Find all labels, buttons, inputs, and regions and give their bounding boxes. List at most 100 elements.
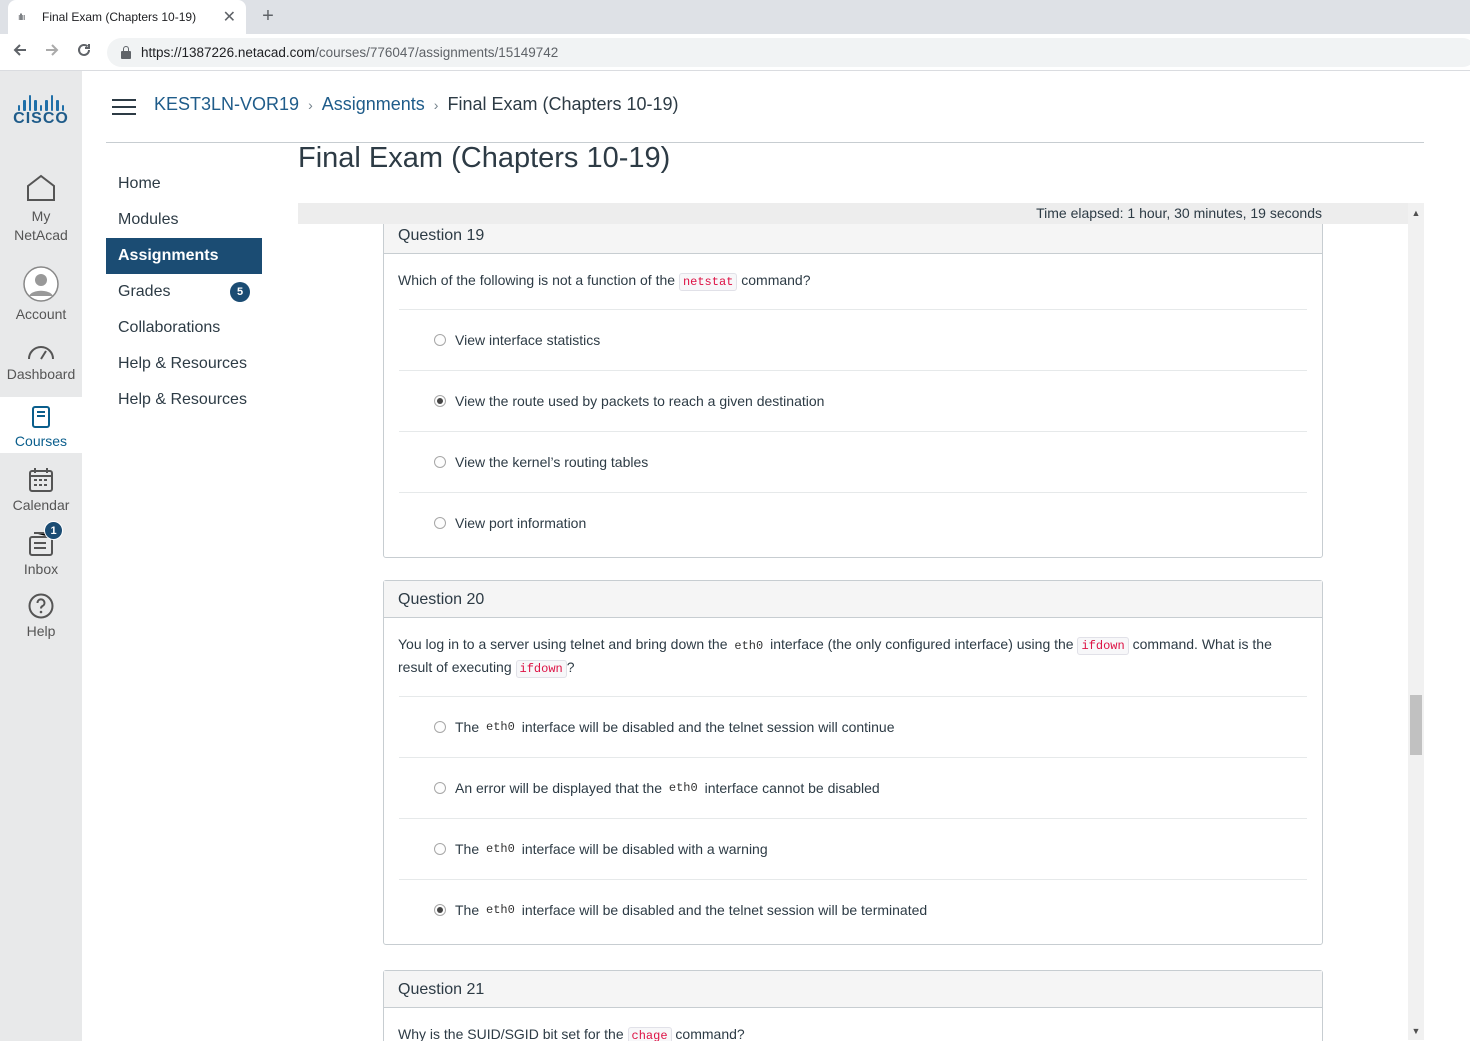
scroll-down-arrow-icon[interactable]: ▼ xyxy=(1408,1023,1424,1039)
course-nav-collaborations[interactable]: Collaborations xyxy=(106,310,262,346)
answer-label: The xyxy=(455,902,484,918)
new-tab-button[interactable]: + xyxy=(257,5,279,27)
question-text-part: Why is the SUID/SGID bit set for the xyxy=(398,1026,628,1041)
question-text-part: command? xyxy=(671,1026,745,1041)
global-nav-label: Account xyxy=(15,306,67,322)
answer-list: The eth0 interface will be disabled and … xyxy=(399,696,1307,940)
radio-button[interactable] xyxy=(434,843,446,855)
scrollbar-thumb[interactable] xyxy=(1410,695,1422,755)
question-text-part: Which of the following is not a function… xyxy=(398,272,679,288)
radio-button[interactable] xyxy=(434,721,446,733)
course-nav-grades-label: Grades xyxy=(118,283,171,300)
answer-option[interactable]: An error will be displayed that the eth0… xyxy=(399,757,1307,818)
radio-button-selected[interactable] xyxy=(434,395,446,407)
time-elapsed: Time elapsed: 1 hour, 30 minutes, 19 sec… xyxy=(298,203,1408,224)
radio-button[interactable] xyxy=(434,334,446,346)
code-snippet: netstat xyxy=(678,273,738,291)
answer-list: View interface statistics View the route… xyxy=(399,309,1307,553)
lock-icon xyxy=(121,45,131,59)
question-19: Question 19 Which of the following is no… xyxy=(383,224,1323,558)
scroll-up-arrow-icon[interactable]: ▲ xyxy=(1408,205,1424,221)
global-nav-my-netacad[interactable]: My NetAcad xyxy=(0,173,82,245)
browser-toolbar: https://1387226.netacad.com/courses/7760… xyxy=(0,34,1470,71)
answer-option[interactable]: View the route used by packets to reach … xyxy=(399,370,1307,431)
course-nav-help-resources-2[interactable]: Help & Resources xyxy=(106,382,262,418)
code-snippet: ifdown xyxy=(1077,637,1129,655)
book-icon xyxy=(32,406,50,428)
global-nav-label: Help xyxy=(26,623,56,639)
global-nav: CISCO My NetAcad Account Dashboard Cours… xyxy=(0,71,82,1041)
global-nav-inbox[interactable]: 1 Inbox xyxy=(0,521,82,577)
global-nav-label: Calendar xyxy=(12,497,70,513)
global-nav-label: Courses xyxy=(14,433,68,449)
code-snippet: chage xyxy=(627,1027,672,1041)
answer-label: The xyxy=(455,841,484,857)
question-text: Why is the SUID/SGID bit set for the cha… xyxy=(384,1008,1322,1041)
global-nav-label: Dashboard xyxy=(6,366,76,382)
browser-tab[interactable]: ıllıı Final Exam (Chapters 10-19) ✕ xyxy=(8,0,246,34)
cisco-logo[interactable]: CISCO xyxy=(10,95,72,127)
scrollbar[interactable] xyxy=(1408,203,1424,1040)
course-header: KEST3LN-VOR19 › Assignments › Final Exam… xyxy=(106,71,1424,143)
answer-option[interactable]: The eth0 interface will be disabled and … xyxy=(399,696,1307,757)
help-question-icon xyxy=(28,593,54,619)
code-snippet: eth0 xyxy=(486,903,515,917)
global-nav-courses[interactable]: Courses xyxy=(0,397,82,453)
answer-option[interactable]: The eth0 interface will be disabled with… xyxy=(399,818,1307,879)
question-title: Question 21 xyxy=(384,971,1322,1008)
question-text-part: ? xyxy=(566,659,575,675)
code-snippet: eth0 xyxy=(486,720,515,734)
inbox-badge: 1 xyxy=(44,521,63,540)
close-tab-icon[interactable]: ✕ xyxy=(223,7,236,27)
question-text-part: You log in to a server using telnet and … xyxy=(398,636,732,652)
question-21: Question 21 Why is the SUID/SGID bit set… xyxy=(383,970,1323,1041)
reload-icon[interactable] xyxy=(72,41,96,63)
hamburger-menu-icon[interactable] xyxy=(112,99,136,117)
breadcrumb: KEST3LN-VOR19 › Assignments › Final Exam… xyxy=(154,94,679,115)
radio-button[interactable] xyxy=(434,782,446,794)
course-nav: Home Modules Assignments Grades 5 Collab… xyxy=(106,166,262,418)
question-title: Question 20 xyxy=(384,581,1322,618)
forward-arrow-icon[interactable] xyxy=(40,41,64,63)
question-20: Question 20 You log in to a server using… xyxy=(383,580,1323,945)
code-snippet: eth0 xyxy=(486,842,515,856)
question-text: Which of the following is not a function… xyxy=(384,254,1322,309)
answer-label: View port information xyxy=(455,515,587,531)
course-nav-assignments[interactable]: Assignments xyxy=(106,238,262,274)
cisco-favicon-icon: ıllıı xyxy=(18,12,26,22)
answer-option[interactable]: View port information xyxy=(399,492,1307,553)
global-nav-dashboard[interactable]: Dashboard xyxy=(0,342,82,382)
answer-option[interactable]: View interface statistics xyxy=(399,309,1307,370)
radio-button[interactable] xyxy=(434,456,446,468)
global-nav-help[interactable]: Help xyxy=(0,593,82,639)
calendar-icon xyxy=(29,468,53,492)
code-snippet: ifdown xyxy=(515,660,567,678)
breadcrumb-separator: › xyxy=(308,96,313,113)
question-text: You log in to a server using telnet and … xyxy=(384,618,1322,696)
radio-button-selected[interactable] xyxy=(434,904,446,916)
course-nav-help-resources[interactable]: Help & Resources xyxy=(106,346,262,382)
url-host: https://1387226.netacad.com xyxy=(141,45,316,60)
back-arrow-icon[interactable] xyxy=(8,41,32,63)
global-nav-account[interactable]: Account xyxy=(0,266,82,322)
code-snippet: eth0 xyxy=(734,639,764,653)
answer-option[interactable]: View the kernel’s routing tables xyxy=(399,431,1307,492)
course-nav-grades[interactable]: Grades 5 xyxy=(106,274,262,310)
global-nav-calendar[interactable]: Calendar xyxy=(0,467,82,513)
question-text-part: interface (the only configured interface… xyxy=(766,636,1078,652)
breadcrumb-course[interactable]: KEST3LN-VOR19 xyxy=(154,94,299,115)
address-bar[interactable]: https://1387226.netacad.com/courses/7760… xyxy=(107,38,1470,67)
breadcrumb-current: Final Exam (Chapters 10-19) xyxy=(447,94,679,114)
course-nav-modules[interactable]: Modules xyxy=(106,202,262,238)
answer-option[interactable]: The eth0 interface will be disabled and … xyxy=(399,879,1307,940)
radio-button[interactable] xyxy=(434,517,446,529)
cisco-logo-text: CISCO xyxy=(13,110,69,127)
answer-label: The xyxy=(455,719,484,735)
code-snippet: eth0 xyxy=(668,781,698,795)
course-nav-home[interactable]: Home xyxy=(106,166,262,202)
home-icon xyxy=(27,174,55,201)
answer-label: View interface statistics xyxy=(455,332,601,348)
breadcrumb-assignments[interactable]: Assignments xyxy=(322,94,425,115)
global-nav-label: Inbox xyxy=(23,561,59,577)
answer-label: View the route used by packets to reach … xyxy=(455,393,825,409)
